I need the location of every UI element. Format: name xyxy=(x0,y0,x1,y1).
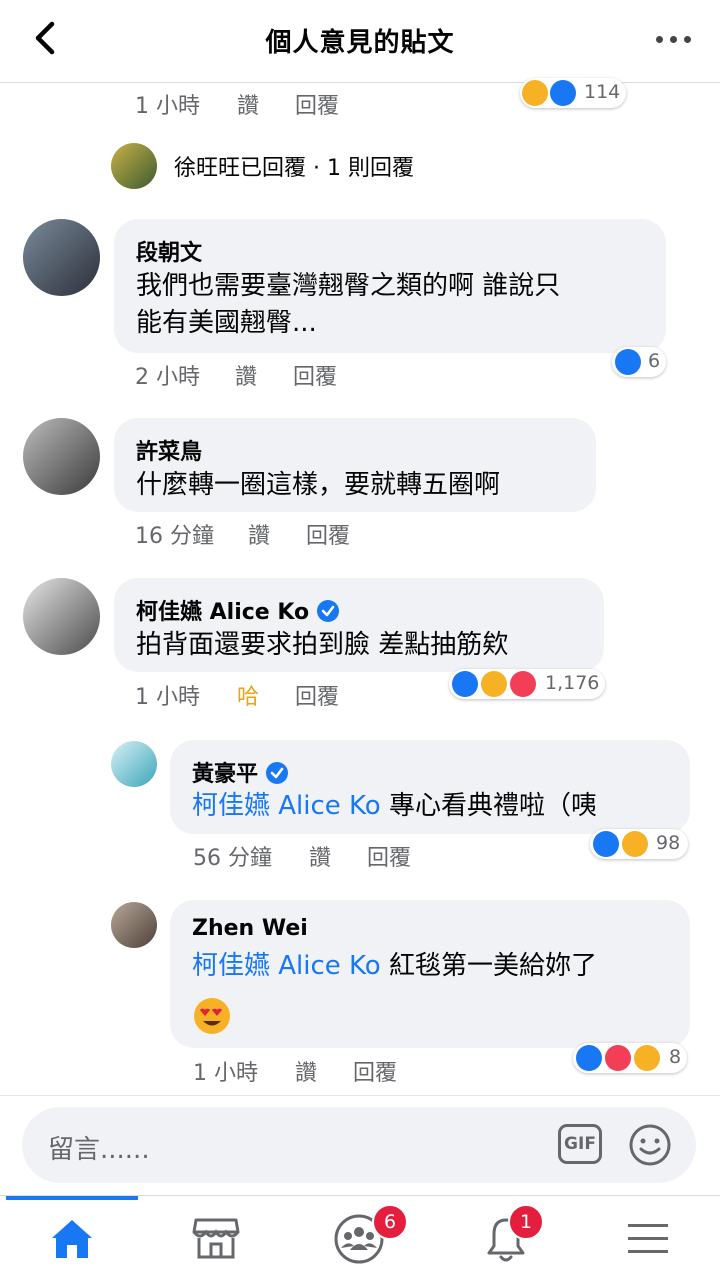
view-replies-link[interactable]: 徐旺旺已回覆 · 1 則回覆 xyxy=(174,150,414,182)
reaction-count: 1,176 xyxy=(545,672,600,694)
reply-text-body: 紅毯第一美給妳了 xyxy=(380,951,597,981)
reply-author-row: 黃豪平 xyxy=(192,756,289,788)
home-icon[interactable] xyxy=(48,1216,96,1260)
reply-time: 56 分鐘 xyxy=(193,846,272,871)
comment-meta: 1 小時 哈 回覆 xyxy=(135,679,395,711)
reaction-count: 6 xyxy=(648,350,661,372)
like-link[interactable]: 讚 xyxy=(237,88,259,120)
reply-link[interactable]: 回覆 xyxy=(353,1055,397,1087)
groups-badge: 6 xyxy=(372,1204,408,1240)
comment-text: 能有美國翹臀... xyxy=(136,308,317,338)
like-link[interactable]: 讚 xyxy=(295,1055,317,1087)
reaction-count: 114 xyxy=(584,81,621,103)
reaction-summary[interactable]: 6 xyxy=(612,347,666,377)
love-reaction-icon xyxy=(605,1045,631,1071)
reply-meta: 56 分鐘 讚 回覆 xyxy=(193,840,453,872)
comment-author-row: 柯佳嬿 Alice Ko xyxy=(136,594,340,626)
comment-time: 2 小時 xyxy=(135,365,200,390)
comment-text: 什麼轉一圈這樣，要就轉五圈啊 xyxy=(136,470,501,500)
avatar[interactable] xyxy=(111,143,157,189)
notifications-badge: 1 xyxy=(508,1204,544,1240)
reply-text: 柯佳嬿 Alice Ko 紅毯第一美給妳了 xyxy=(192,948,597,984)
avatar[interactable] xyxy=(23,578,100,655)
comment-bubble: 柯佳嬿 Alice Ko 拍背面還要求拍到臉 差點抽筋欸 xyxy=(114,578,604,672)
emoji-button[interactable] xyxy=(628,1123,672,1167)
like-reaction-icon xyxy=(593,831,619,857)
menu-icon[interactable] xyxy=(626,1222,670,1256)
comment-author[interactable]: 段朝文 xyxy=(136,235,202,267)
reaction-summary[interactable]: 114 xyxy=(520,78,626,108)
mention-link[interactable]: 柯佳嬿 Alice Ko xyxy=(192,951,381,981)
comment-time: 1 小時 xyxy=(135,94,200,119)
reply-link[interactable]: 回覆 xyxy=(295,88,339,120)
reply-time: 1 小時 xyxy=(193,1061,258,1086)
comment-time: 16 分鐘 xyxy=(135,524,214,549)
comment-meta: 1 小時 讚 回覆 xyxy=(135,88,395,120)
top-bar: 個人意見的貼文 xyxy=(0,0,720,83)
haha-reaction-icon xyxy=(634,1045,660,1071)
comment-time: 1 小時 xyxy=(135,685,200,710)
reply-bubble: Zhen Wei 柯佳嬿 Alice Ko 紅毯第一美給妳了 xyxy=(170,900,690,1048)
active-tab-indicator xyxy=(6,1196,138,1200)
comment-author[interactable]: 柯佳嬿 Alice Ko xyxy=(136,600,309,625)
comment-text: 我們也需要臺灣翹臀之類的啊 誰說只 xyxy=(136,271,561,301)
comment-author[interactable]: 許菜鳥 xyxy=(136,434,202,466)
like-link[interactable]: 讚 xyxy=(248,518,270,550)
reply-link[interactable]: 回覆 xyxy=(295,679,339,711)
comment-meta: 16 分鐘 讚 回覆 xyxy=(135,518,395,550)
haha-reaction-icon xyxy=(522,80,548,106)
reply-author[interactable]: 黃豪平 xyxy=(192,762,258,787)
avatar[interactable] xyxy=(111,741,157,787)
verified-badge-icon xyxy=(266,762,289,784)
reply-meta: 1 小時 讚 回覆 xyxy=(193,1055,453,1087)
mention-link[interactable]: 柯佳嬿 Alice Ko xyxy=(192,791,381,821)
more-options-button[interactable] xyxy=(654,26,694,50)
like-link[interactable]: 讚 xyxy=(309,840,331,872)
like-reaction-icon xyxy=(615,349,641,375)
gif-button[interactable]: GIF xyxy=(558,1124,602,1164)
reply-link[interactable]: 回覆 xyxy=(306,518,350,550)
reaction-summary[interactable]: 1,176 xyxy=(449,669,605,699)
page-title: 個人意見的貼文 xyxy=(265,28,455,58)
haha-reaction-icon xyxy=(622,831,648,857)
haha-reaction-link[interactable]: 哈 xyxy=(237,679,259,711)
reaction-count: 8 xyxy=(669,1046,682,1068)
reaction-summary[interactable]: 98 xyxy=(590,829,688,859)
reply-link[interactable]: 回覆 xyxy=(367,840,411,872)
avatar[interactable] xyxy=(23,219,100,296)
like-link[interactable]: 讚 xyxy=(235,359,257,391)
reply-bubble: 黃豪平 柯佳嬿 Alice Ko 專心看典禮啦（咦 xyxy=(170,740,690,834)
comment-composer[interactable]: 留言...... GIF xyxy=(22,1107,696,1183)
reply-text: 柯佳嬿 Alice Ko 專心看典禮啦（咦 xyxy=(192,788,597,824)
love-reaction-icon xyxy=(510,671,536,697)
comment-bubble: 段朝文 我們也需要臺灣翹臀之類的啊 誰說只 能有美國翹臀... xyxy=(114,219,666,353)
like-reaction-icon xyxy=(576,1045,602,1071)
more-options-icon xyxy=(656,36,663,43)
like-reaction-icon xyxy=(550,80,576,106)
reaction-summary[interactable]: 8 xyxy=(573,1043,687,1073)
comment-meta: 2 小時 讚 回覆 xyxy=(135,359,395,391)
reaction-count: 98 xyxy=(656,832,681,854)
marketplace-icon[interactable] xyxy=(192,1216,240,1260)
comment-text: 拍背面還要求拍到臉 差點抽筋欸 xyxy=(136,630,509,660)
comment-bubble: 許菜鳥 什麼轉一圈這樣，要就轉五圈啊 xyxy=(114,418,596,512)
reply-author[interactable]: Zhen Wei xyxy=(192,916,308,941)
bottom-navigation: 6 1 xyxy=(0,1195,720,1281)
comment-input-placeholder[interactable]: 留言...... xyxy=(48,1129,150,1166)
avatar[interactable] xyxy=(23,418,100,495)
verified-badge-icon xyxy=(317,600,340,622)
heart-eyes-emoji-icon xyxy=(194,998,230,1034)
reply-text-body: 專心看典禮啦（咦 xyxy=(380,791,597,821)
like-reaction-icon xyxy=(452,671,478,697)
divider xyxy=(0,1095,720,1096)
reply-link[interactable]: 回覆 xyxy=(293,359,337,391)
avatar[interactable] xyxy=(111,902,157,948)
haha-reaction-icon xyxy=(481,671,507,697)
